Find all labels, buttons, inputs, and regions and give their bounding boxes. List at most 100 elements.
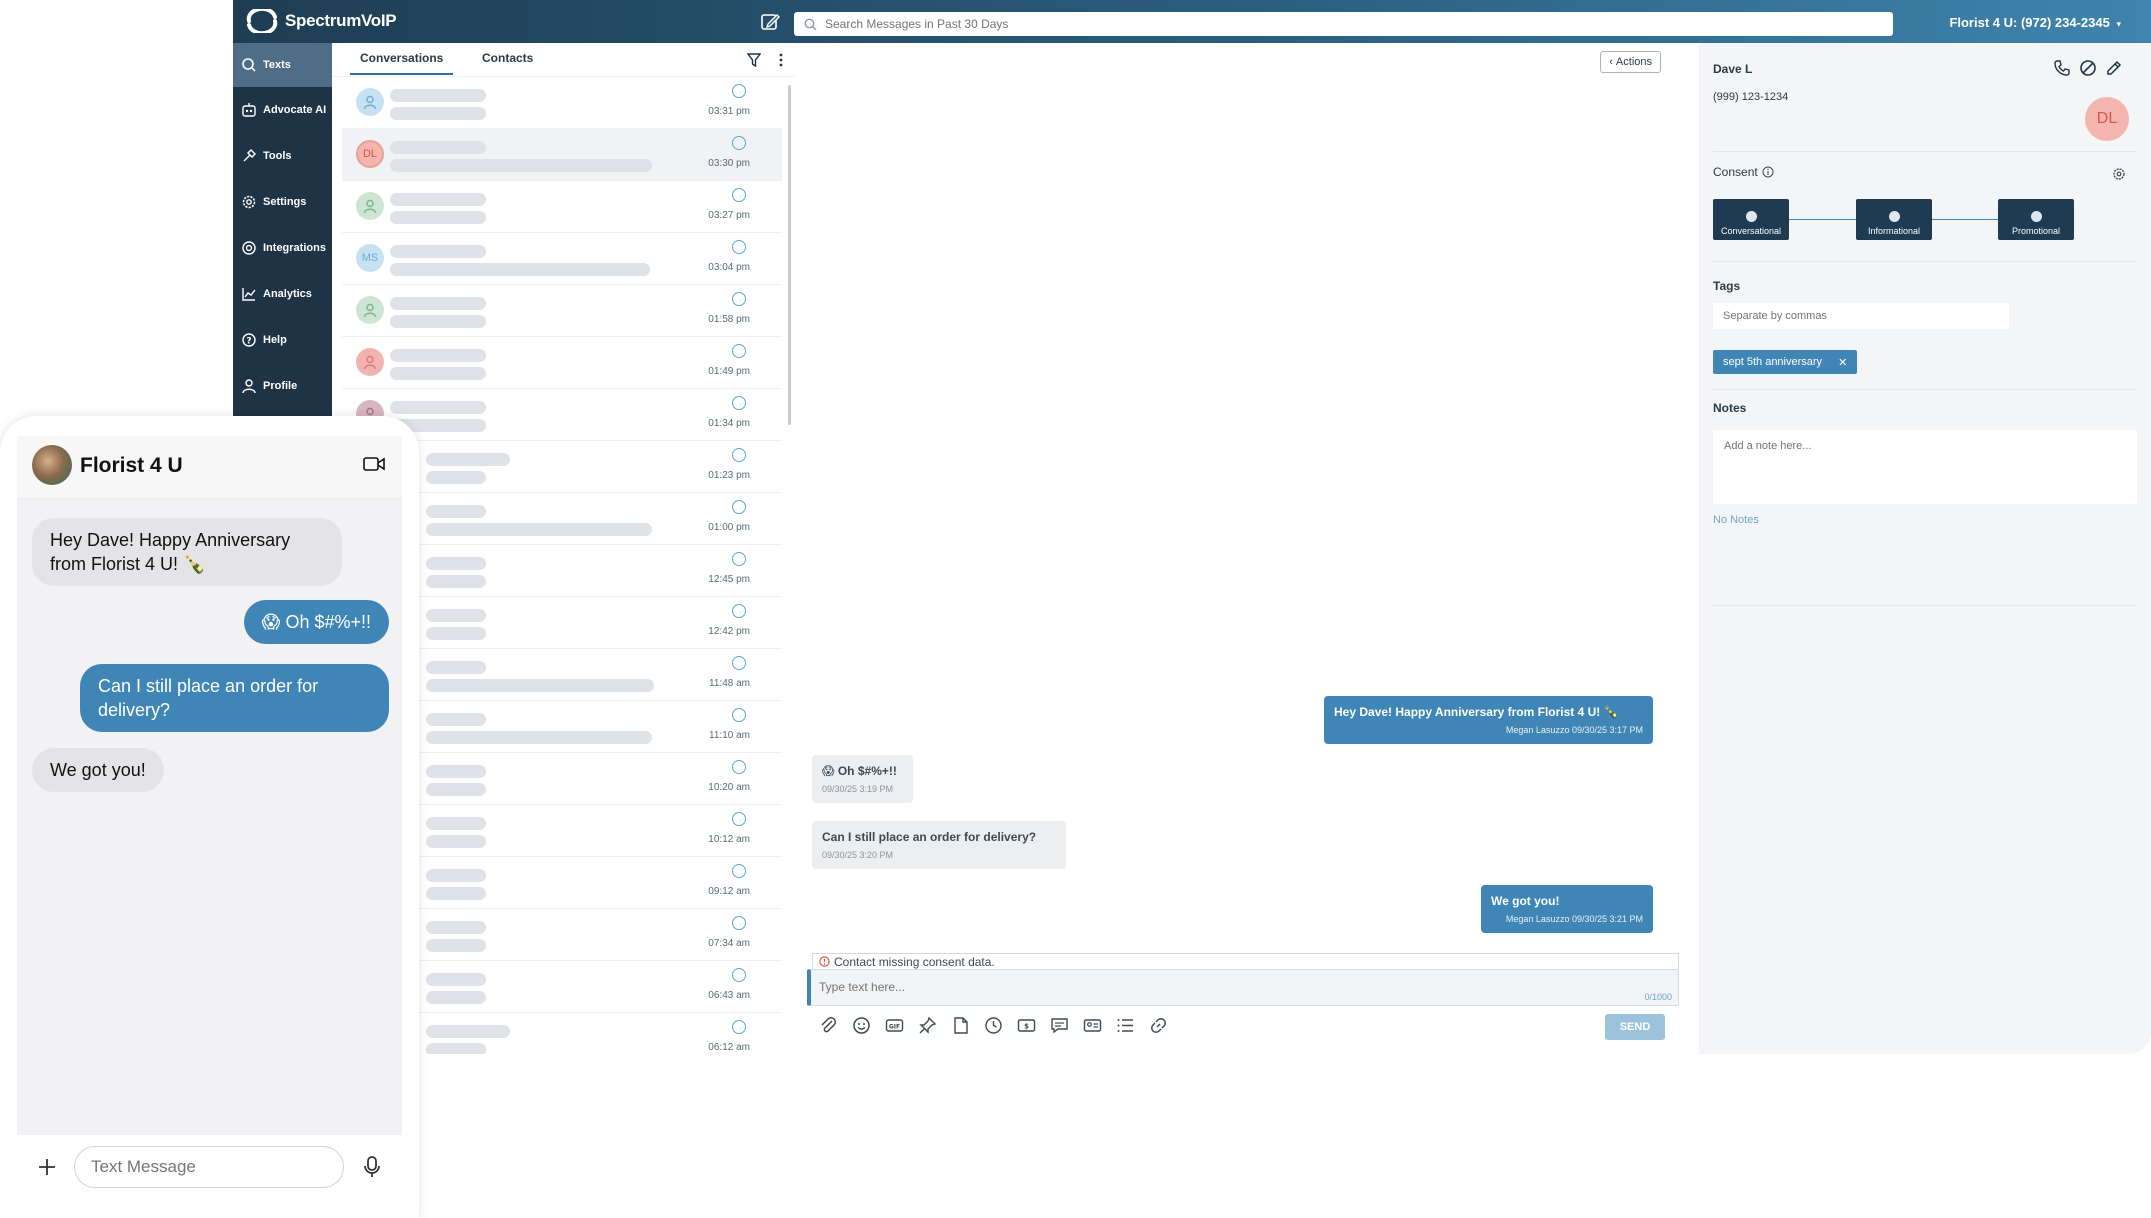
gif-icon[interactable]: GIF xyxy=(885,1016,904,1035)
brand-name: SpectrumVoIP xyxy=(285,11,397,30)
conversation-name-placeholder xyxy=(426,557,486,570)
conversation-preview-placeholder xyxy=(390,367,486,380)
spectrumvoip-logo[interactable]: SpectrumVoIP xyxy=(245,9,397,33)
actions-button[interactable]: ‹ Actions xyxy=(1600,51,1661,73)
pin-icon[interactable] xyxy=(918,1016,937,1035)
conversation-name-placeholder xyxy=(426,661,486,674)
nav-item-tools[interactable]: Tools xyxy=(233,133,332,179)
document-icon[interactable] xyxy=(951,1016,970,1035)
unread-indicator xyxy=(732,344,746,358)
conversation-row[interactable]: DL 03:30 pm xyxy=(342,129,782,181)
nav-item-settings[interactable]: Settings xyxy=(233,179,332,225)
tags-input[interactable] xyxy=(1713,303,2009,329)
microphone-icon[interactable] xyxy=(362,1155,382,1179)
help-icon: ? xyxy=(242,333,256,347)
search-icon xyxy=(804,18,817,30)
message-meta: Megan Lasuzzo 09/30/25 3:21 PM xyxy=(1505,914,1643,924)
chevron-left-icon: ‹ xyxy=(1609,56,1613,68)
nav-item-profile[interactable]: Profile xyxy=(233,363,332,409)
nav-item-texts[interactable]: Texts xyxy=(233,43,332,87)
filter-icon[interactable] xyxy=(747,53,761,67)
nav-label: Advocate AI xyxy=(263,104,327,116)
conversation-time: 10:20 am xyxy=(708,782,750,793)
message-input[interactable] xyxy=(819,980,1519,994)
consent-heading: Consent xyxy=(1713,165,1774,179)
conversation-row[interactable]: 01:49 pm xyxy=(342,337,782,389)
conversation-name-placeholder xyxy=(390,297,486,310)
video-camera-icon[interactable] xyxy=(363,456,385,472)
message-composer[interactable]: 0/1000 xyxy=(807,969,1679,1006)
message-text: We got you! xyxy=(1491,894,1560,908)
phone-message-incoming: Hey Dave! Happy Anniversary from Florist… xyxy=(32,518,342,586)
message-meta: 09/30/25 3:19 PM xyxy=(822,784,894,794)
conversation-name-placeholder xyxy=(426,713,486,726)
tab-contacts[interactable]: Contacts xyxy=(482,51,533,65)
actions-label: Actions xyxy=(1615,56,1652,68)
nav-item-analytics[interactable]: Analytics xyxy=(233,271,332,317)
message-incoming: 😱 Oh $#%+!! 09/30/25 3:19 PM xyxy=(812,755,913,803)
conversation-row[interactable]: 01:58 pm xyxy=(342,285,782,337)
conversation-row[interactable]: 03:27 pm xyxy=(342,181,782,233)
phone-icon[interactable] xyxy=(2053,59,2071,77)
notes-textarea[interactable] xyxy=(1713,430,2137,504)
payment-icon[interactable]: $ xyxy=(1017,1016,1036,1035)
search-input[interactable] xyxy=(825,17,1725,31)
unread-indicator xyxy=(732,188,746,202)
link-icon[interactable] xyxy=(1149,1016,1168,1035)
contact-avatar: DL xyxy=(2085,97,2129,141)
nav-item-help[interactable]: ? Help xyxy=(233,317,332,363)
check-icon xyxy=(1888,211,1900,222)
nav-item-integrations[interactable]: Integrations xyxy=(233,225,332,271)
nav-label: Help xyxy=(263,334,287,346)
clock-icon[interactable] xyxy=(984,1016,1003,1035)
conversation-preview-placeholder xyxy=(426,575,486,588)
template-icon[interactable] xyxy=(1050,1016,1069,1035)
tab-conversations[interactable]: Conversations xyxy=(349,51,454,75)
emoji-icon[interactable] xyxy=(852,1016,871,1035)
tools-icon xyxy=(243,149,256,162)
conversation-name-placeholder xyxy=(426,817,486,830)
consent-informational[interactable]: Informational xyxy=(1856,199,1932,240)
consent-conversational[interactable]: Conversational xyxy=(1713,199,1789,240)
conversation-avatar xyxy=(356,296,384,324)
consent-connector xyxy=(1932,219,1999,220)
plus-icon[interactable] xyxy=(36,1156,58,1178)
conversation-row[interactable]: 03:31 pm xyxy=(342,77,782,129)
compose-icon[interactable] xyxy=(760,12,780,32)
send-button[interactable]: SEND xyxy=(1605,1014,1665,1040)
consent-promotional[interactable]: Promotional xyxy=(1998,199,2074,240)
conversation-name-placeholder xyxy=(426,973,486,986)
conversation-name-placeholder xyxy=(390,193,486,206)
list-icon[interactable] xyxy=(1116,1016,1135,1035)
conversation-list-scrollbar[interactable] xyxy=(788,85,791,425)
conversation-time: 11:48 am xyxy=(709,678,750,689)
phone-chat-header xyxy=(17,436,402,499)
conversation-time: 01:58 pm xyxy=(708,314,750,325)
account-selector[interactable]: Florist 4 U: (972) 234-2345 ▾ xyxy=(1949,15,2121,30)
phone-message-input[interactable] xyxy=(74,1146,344,1188)
search-bar[interactable] xyxy=(794,12,1893,36)
account-label: Florist 4 U: (972) 234-2345 xyxy=(1949,15,2110,30)
conversation-name-placeholder xyxy=(426,505,486,518)
conversation-preview-placeholder xyxy=(426,991,486,1004)
gear-icon xyxy=(242,195,256,209)
consent-warning-text: Contact missing consent data. xyxy=(834,954,995,969)
phone-message-incoming: We got you! xyxy=(32,748,164,792)
no-notes-text: No Notes xyxy=(1713,514,1759,526)
conversation-time: 01:23 pm xyxy=(708,470,750,481)
conversation-avatar xyxy=(356,88,384,116)
consent-settings-icon[interactable] xyxy=(2111,166,2127,182)
nav-item-advocate-ai[interactable]: Advocate AI xyxy=(233,87,332,133)
edit-icon[interactable] xyxy=(2105,59,2123,77)
nav-label: Settings xyxy=(263,196,307,208)
attachment-icon[interactable] xyxy=(819,1016,838,1035)
more-options-icon[interactable] xyxy=(779,52,783,68)
nav-label: Texts xyxy=(263,59,291,71)
top-bar: SpectrumVoIP Florist 4 U: (972) 234-2345… xyxy=(233,0,2151,43)
close-icon[interactable]: ✕ xyxy=(1838,356,1847,369)
info-icon[interactable] xyxy=(1762,166,1774,178)
conversation-row[interactable]: MS 03:04 pm xyxy=(342,233,782,285)
block-icon[interactable] xyxy=(2079,59,2097,77)
contact-card-icon[interactable] xyxy=(1083,1016,1102,1035)
conversation-preview-placeholder xyxy=(390,315,486,328)
